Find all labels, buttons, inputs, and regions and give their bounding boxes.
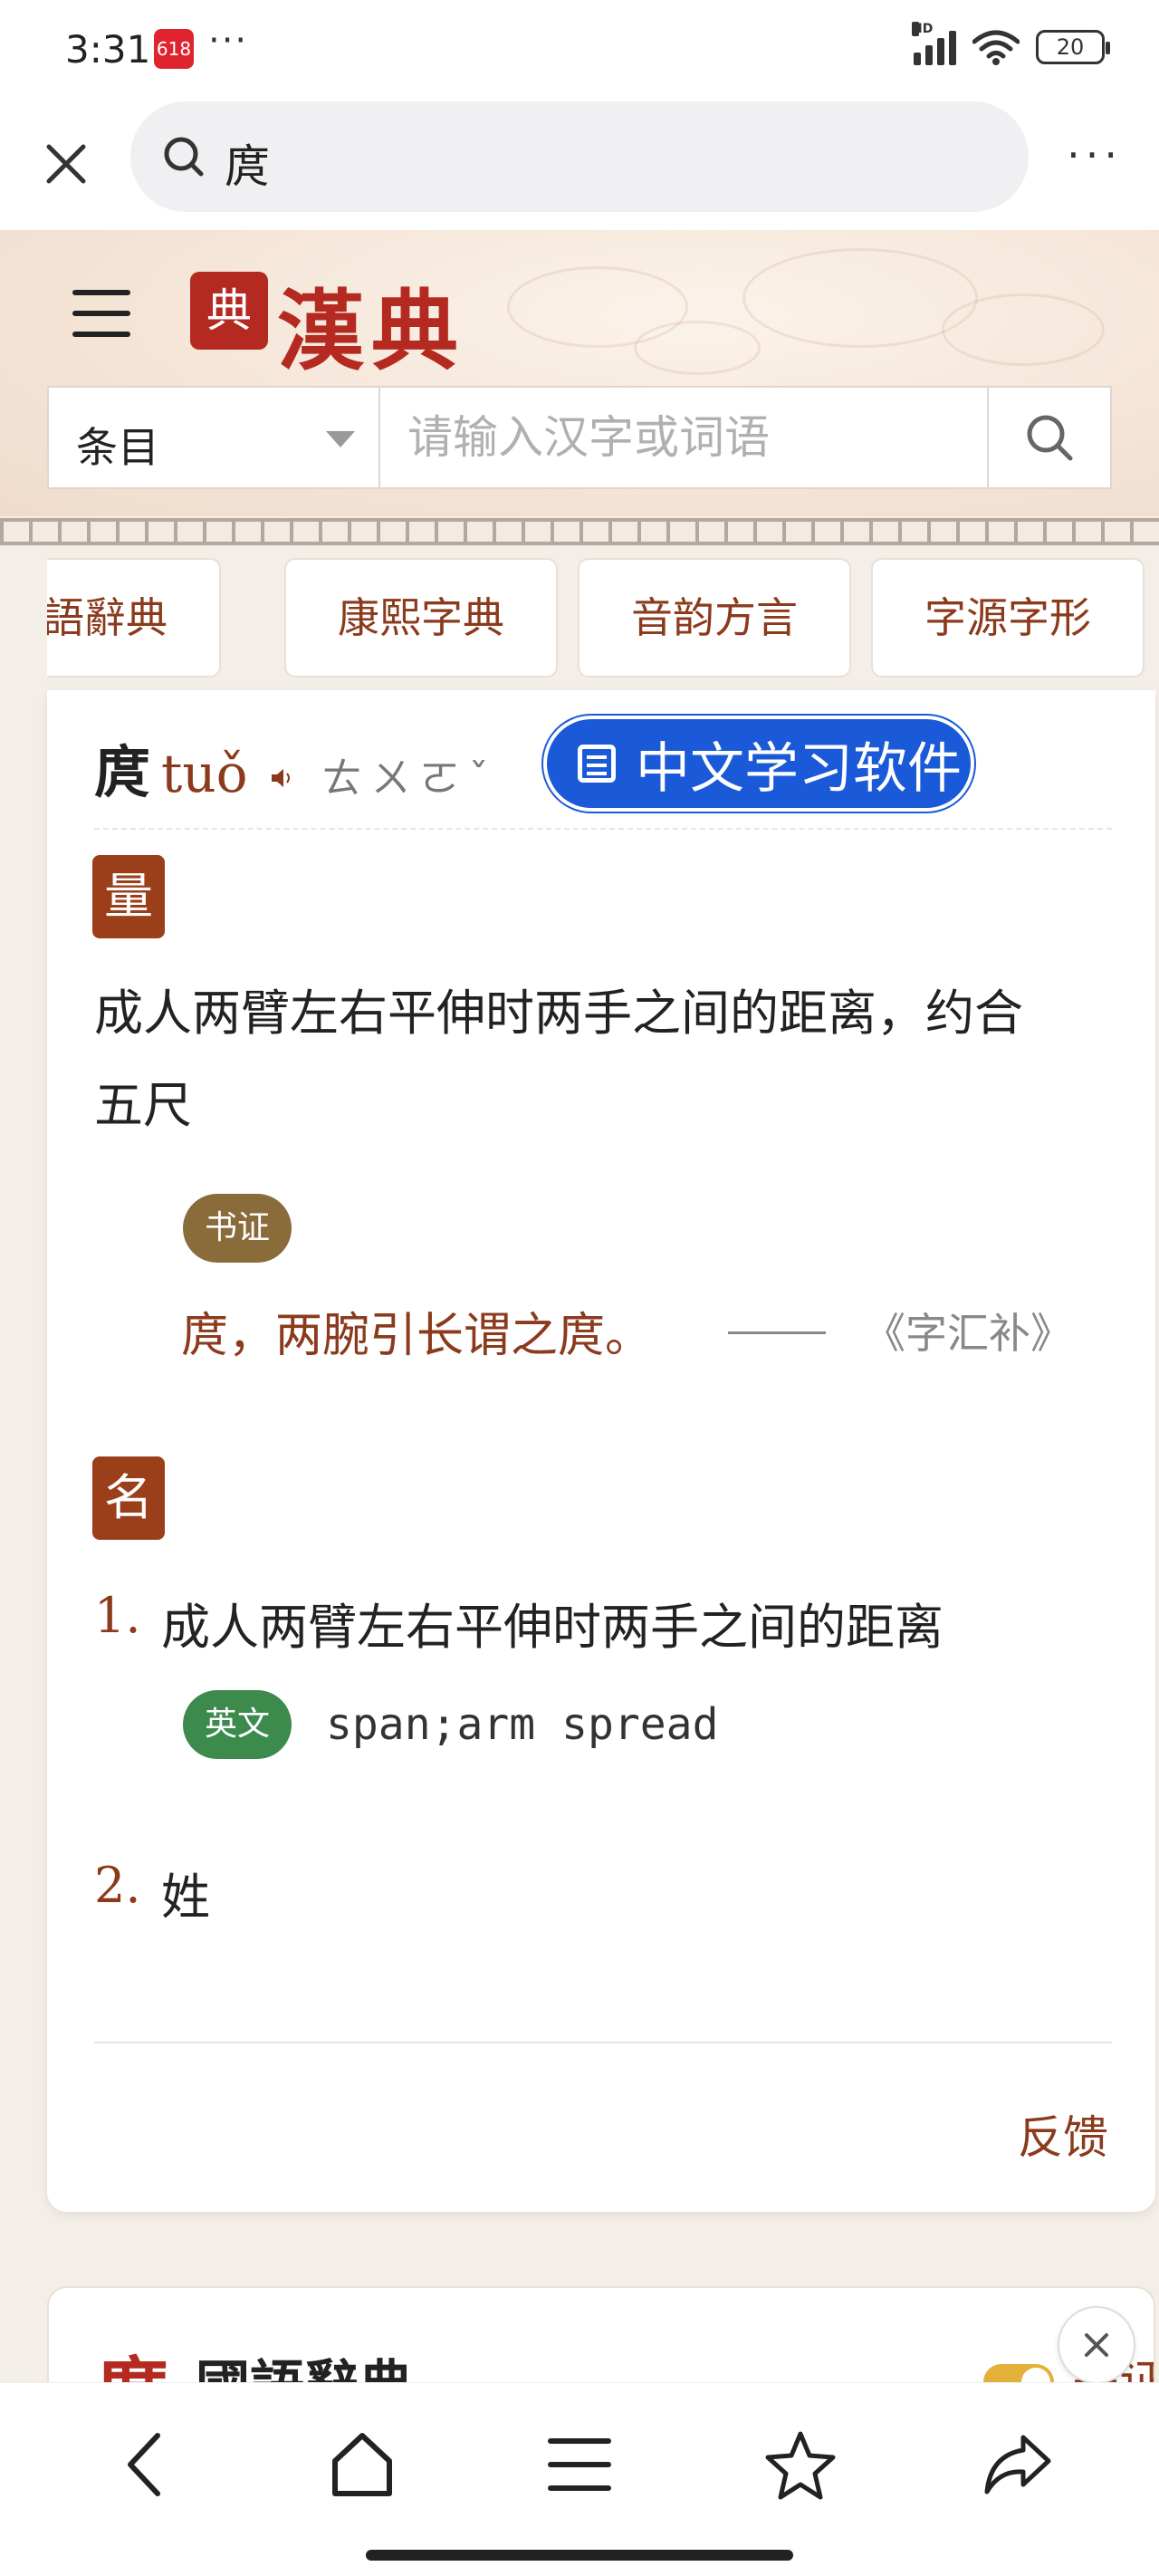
back-icon xyxy=(128,2433,160,2496)
share-button[interactable] xyxy=(972,2419,1063,2510)
browser-toolbar: 庹 ··· xyxy=(0,100,1159,230)
tab-kangxi[interactable]: 康熙字典 xyxy=(284,558,558,678)
more-options-button[interactable]: ··· xyxy=(1067,134,1123,176)
share-icon xyxy=(984,2435,1051,2494)
status-indicators: HD 20 xyxy=(912,22,1110,65)
app-logo-icon: 618 xyxy=(154,29,194,69)
status-bar: 3:31 618 ··· HD 20 xyxy=(0,0,1159,100)
pos-badge: 量 xyxy=(92,855,165,938)
definition-text: 成人两臂左右平伸时两手之间的距离，约合 五尺 xyxy=(94,985,1023,1134)
address-bar[interactable]: 庹 xyxy=(130,101,1029,212)
menu-icon[interactable] xyxy=(72,290,130,337)
english-translation: span;arm spread xyxy=(326,1699,719,1750)
dictionary-tabs: 國語辭典 康熙字典 音韵方言 字源字形 xyxy=(47,558,1159,678)
star-icon xyxy=(765,2431,836,2500)
wifi-icon xyxy=(972,30,1020,65)
close-icon xyxy=(1085,2333,1108,2357)
feedback-link[interactable]: 反馈 xyxy=(1018,2101,1108,2167)
evidence-tag: 书证 xyxy=(183,1194,292,1263)
entry-header: 庹 tuǒ ㄊㄨㄛˇ xyxy=(94,726,498,808)
tab-yinyun[interactable]: 音韵方言 xyxy=(578,558,851,678)
home-button[interactable] xyxy=(317,2419,407,2510)
divider xyxy=(94,828,1112,830)
status-time: 3:31 xyxy=(65,27,151,72)
promo-button[interactable]: 中文学习软件 xyxy=(543,716,974,812)
speaker-icon[interactable] xyxy=(268,764,295,800)
category-select[interactable]: 条目 xyxy=(49,388,380,487)
menu-icon xyxy=(548,2438,611,2491)
address-text: 庹 xyxy=(225,140,270,193)
search-icon xyxy=(1027,415,1073,461)
signal-icon: HD xyxy=(912,22,956,65)
item-number: 1. xyxy=(94,1587,141,1644)
search-input[interactable] xyxy=(382,388,1036,487)
floating-close-button[interactable] xyxy=(1058,2306,1135,2384)
entry-zhuyin: ㄊㄨㄛˇ xyxy=(321,755,498,802)
english-tag: 英文 xyxy=(183,1690,292,1759)
battery-indicator: 20 xyxy=(1036,30,1110,64)
entry-character: 庹 xyxy=(94,739,151,805)
promo-label: 中文学习软件 xyxy=(636,736,962,801)
caret-down-icon xyxy=(326,431,355,447)
article-icon xyxy=(578,745,616,783)
search-icon xyxy=(164,137,204,177)
back-button[interactable] xyxy=(100,2419,190,2510)
logo-seal: 典 xyxy=(190,272,268,350)
close-button[interactable] xyxy=(34,132,98,196)
quote-dash xyxy=(728,1331,826,1334)
site-header: 典 漢典 条目 xyxy=(0,230,1159,516)
divider xyxy=(94,2042,1112,2043)
entry-card: 庹 tuǒ ㄊㄨㄛˇ 中文学习软件 量 成人两臂左右平伸时两手之间的距离，约合 … xyxy=(47,690,1155,2212)
item-text: 成人两臂左右平伸时两手之间的距离 xyxy=(161,1599,943,1656)
decorative-border xyxy=(0,516,1159,547)
item-text: 姓 xyxy=(161,1869,210,1926)
tab-guoyu[interactable]: 國語辭典 xyxy=(47,558,221,678)
home-indicator[interactable] xyxy=(366,2550,793,2561)
category-label: 条目 xyxy=(76,423,159,472)
site-logo[interactable]: 漢典 xyxy=(277,261,465,387)
menu-button[interactable] xyxy=(534,2419,625,2510)
pos-badge: 名 xyxy=(92,1456,165,1540)
favorite-button[interactable] xyxy=(755,2419,846,2510)
close-icon xyxy=(46,144,86,184)
search-form: 条目 xyxy=(47,386,1112,489)
status-more-icon: ··· xyxy=(208,20,249,62)
tab-ziyuan[interactable]: 字源字形 xyxy=(871,558,1145,678)
item-number: 2. xyxy=(94,1857,141,1914)
home-icon xyxy=(332,2433,392,2496)
entry-pinyin: tuǒ xyxy=(161,743,248,804)
quote-source: 《字汇补》 xyxy=(864,1309,1072,1358)
search-button[interactable] xyxy=(987,388,1110,487)
quote-text: 庹，两腕引长谓之庹。 xyxy=(181,1309,653,1363)
bottom-navigation xyxy=(0,2382,1159,2576)
